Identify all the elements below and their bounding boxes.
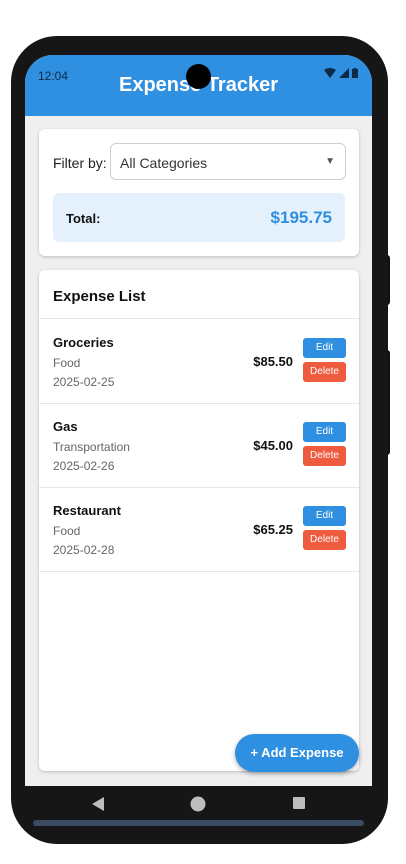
expense-amount: $45.00 xyxy=(253,438,293,453)
expense-date: 2025-02-28 xyxy=(53,543,115,557)
expense-list-title: Expense List xyxy=(53,288,146,305)
recents-icon[interactable] xyxy=(292,796,306,810)
add-expense-button[interactable]: + Add Expense xyxy=(235,734,359,772)
delete-button[interactable]: Delete xyxy=(303,446,346,466)
total-value: $195.75 xyxy=(270,208,332,227)
home-icon[interactable] xyxy=(190,796,206,812)
dropdown-arrow-icon: ▼ xyxy=(325,156,335,167)
expense-category: Food xyxy=(53,524,81,538)
home-indicator xyxy=(33,820,364,826)
edit-button[interactable]: Edit xyxy=(303,506,346,526)
expense-name: Gas xyxy=(53,419,78,434)
edit-button[interactable]: Edit xyxy=(303,422,346,442)
signal-icon xyxy=(339,68,349,78)
expense-date: 2025-02-25 xyxy=(53,375,115,389)
wifi-icon xyxy=(324,68,336,78)
expense-list-card: Expense List Groceries Food 2025-02-25 $… xyxy=(39,270,359,771)
expense-category: Transportation xyxy=(53,440,130,454)
app-bar: 12:04 Expense Tracker xyxy=(25,55,372,116)
camera-cutout xyxy=(186,64,211,89)
delete-button[interactable]: Delete xyxy=(303,530,346,550)
delete-button[interactable]: Delete xyxy=(303,362,346,382)
expense-name: Restaurant xyxy=(53,503,121,518)
total-label: Total: xyxy=(66,211,101,226)
filter-label: Filter by: xyxy=(53,155,107,171)
edit-button[interactable]: Edit xyxy=(303,338,346,358)
back-icon[interactable] xyxy=(91,796,105,812)
expense-row: Restaurant Food 2025-02-28 $65.25 Edit D… xyxy=(39,487,359,572)
status-icons xyxy=(324,68,358,78)
expense-amount: $85.50 xyxy=(253,354,293,369)
expense-row: Groceries Food 2025-02-25 $85.50 Edit De… xyxy=(39,319,359,404)
battery-icon xyxy=(352,68,358,78)
category-select[interactable]: All Categories ▼ xyxy=(110,143,346,180)
total-box: Total: $195.75 xyxy=(53,193,345,242)
filter-card: Filter by: All Categories ▼ Total: $195.… xyxy=(39,129,359,256)
screen: 12:04 Expense Tracker Filter by: All Cat… xyxy=(25,55,372,786)
category-select-value: All Categories xyxy=(120,155,208,171)
expense-category: Food xyxy=(53,356,81,370)
expense-amount: $65.25 xyxy=(253,522,293,537)
expense-row: Gas Transportation 2025-02-26 $45.00 Edi… xyxy=(39,403,359,488)
expense-date: 2025-02-26 xyxy=(53,459,115,473)
expense-name: Groceries xyxy=(53,335,114,350)
